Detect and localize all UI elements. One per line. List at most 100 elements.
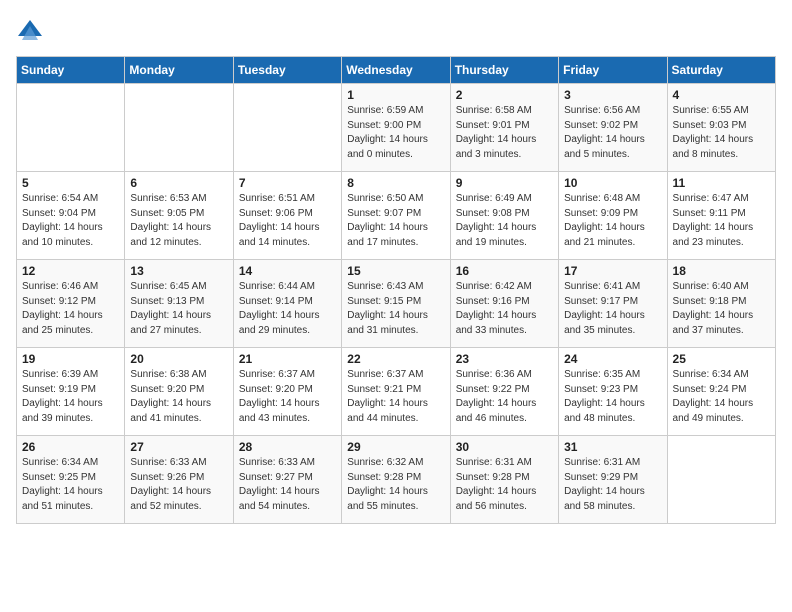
- day-cell: 17 Sunrise: 6:41 AM Sunset: 9:17 PM Dayli…: [559, 260, 667, 348]
- day-cell: [125, 84, 233, 172]
- day-cell: 3 Sunrise: 6:56 AM Sunset: 9:02 PM Daylig…: [559, 84, 667, 172]
- header-tuesday: Tuesday: [233, 57, 341, 84]
- day-cell: 29Sunrise: 6:32 AM Sunset: 9:28 PM Dayli…: [342, 436, 450, 524]
- day-info: Sunrise: 6:46 AM Sunset: 9:12 PM Dayligh…: [22, 280, 119, 338]
- week-row-2: 5 Sunrise: 6:54 AM Sunset: 9:04 PM Daylig…: [17, 172, 776, 260]
- day-number: 9: [456, 176, 553, 190]
- day-number: 31: [564, 440, 661, 454]
- day-cell: [17, 84, 125, 172]
- day-info: Sunrise: 6:33 AM Sunset: 9:27 PM Dayligh…: [239, 456, 336, 514]
- day-number: 25: [673, 352, 770, 366]
- day-number: 12: [22, 264, 119, 278]
- day-number: 6: [130, 176, 227, 190]
- day-cell: 24 Sunrise: 6:35 AM Sunset: 9:23 PM Dayli…: [559, 348, 667, 436]
- day-info: Sunrise: 6:35 AM Sunset: 9:23 PM Dayligh…: [564, 368, 661, 426]
- day-number: 4: [673, 88, 770, 102]
- day-info: Sunrise: 6:36 AM Sunset: 9:22 PM Dayligh…: [456, 368, 553, 426]
- day-cell: 25Sunrise: 6:34 AM Sunset: 9:24 PM Dayli…: [667, 348, 775, 436]
- day-cell: 21 Sunrise: 6:37 AM Sunset: 9:20 PM Dayli…: [233, 348, 341, 436]
- header-sunday: Sunday: [17, 57, 125, 84]
- day-cell: 12 Sunrise: 6:46 AM Sunset: 9:12 PM Dayli…: [17, 260, 125, 348]
- day-cell: 10 Sunrise: 6:48 AM Sunset: 9:09 PM Dayli…: [559, 172, 667, 260]
- day-cell: 2Sunrise: 6:58 AM Sunset: 9:01 PM Daylig…: [450, 84, 558, 172]
- day-info: Sunrise: 6:41 AM Sunset: 9:17 PM Dayligh…: [564, 280, 661, 338]
- day-info: Sunrise: 6:37 AM Sunset: 9:21 PM Dayligh…: [347, 368, 444, 426]
- day-cell: 16Sunrise: 6:42 AM Sunset: 9:16 PM Dayli…: [450, 260, 558, 348]
- day-cell: 8 Sunrise: 6:50 AM Sunset: 9:07 PM Daylig…: [342, 172, 450, 260]
- header-wednesday: Wednesday: [342, 57, 450, 84]
- day-cell: 23 Sunrise: 6:36 AM Sunset: 9:22 PM Dayli…: [450, 348, 558, 436]
- header-row: SundayMondayTuesdayWednesdayThursdayFrid…: [17, 57, 776, 84]
- day-info: Sunrise: 6:39 AM Sunset: 9:19 PM Dayligh…: [22, 368, 119, 426]
- day-info: Sunrise: 6:38 AM Sunset: 9:20 PM Dayligh…: [130, 368, 227, 426]
- day-cell: 14 Sunrise: 6:44 AM Sunset: 9:14 PM Dayli…: [233, 260, 341, 348]
- day-cell: 19 Sunrise: 6:39 AM Sunset: 9:19 PM Dayli…: [17, 348, 125, 436]
- day-number: 3: [564, 88, 661, 102]
- day-info: Sunrise: 6:43 AM Sunset: 9:15 PM Dayligh…: [347, 280, 444, 338]
- day-number: 2: [456, 88, 553, 102]
- day-number: 27: [130, 440, 227, 454]
- day-cell: 5 Sunrise: 6:54 AM Sunset: 9:04 PM Daylig…: [17, 172, 125, 260]
- day-cell: 9Sunrise: 6:49 AM Sunset: 9:08 PM Daylig…: [450, 172, 558, 260]
- day-cell: 1 Sunrise: 6:59 AM Sunset: 9:00 PM Daylig…: [342, 84, 450, 172]
- header-saturday: Saturday: [667, 57, 775, 84]
- week-row-3: 12 Sunrise: 6:46 AM Sunset: 9:12 PM Dayli…: [17, 260, 776, 348]
- day-info: Sunrise: 6:54 AM Sunset: 9:04 PM Dayligh…: [22, 192, 119, 250]
- day-number: 1: [347, 88, 444, 102]
- day-cell: 18 Sunrise: 6:40 AM Sunset: 9:18 PM Dayli…: [667, 260, 775, 348]
- week-row-5: 26 Sunrise: 6:34 AM Sunset: 9:25 PM Dayli…: [17, 436, 776, 524]
- day-info: Sunrise: 6:47 AM Sunset: 9:11 PM Dayligh…: [673, 192, 770, 250]
- day-info: Sunrise: 6:48 AM Sunset: 9:09 PM Dayligh…: [564, 192, 661, 250]
- day-cell: 28 Sunrise: 6:33 AM Sunset: 9:27 PM Dayli…: [233, 436, 341, 524]
- day-cell: 26 Sunrise: 6:34 AM Sunset: 9:25 PM Dayli…: [17, 436, 125, 524]
- day-info: Sunrise: 6:44 AM Sunset: 9:14 PM Dayligh…: [239, 280, 336, 338]
- page-header: [16, 16, 776, 44]
- day-number: 5: [22, 176, 119, 190]
- day-cell: 27 Sunrise: 6:33 AM Sunset: 9:26 PM Dayli…: [125, 436, 233, 524]
- day-info: Sunrise: 6:59 AM Sunset: 9:00 PM Dayligh…: [347, 104, 444, 162]
- day-cell: 15Sunrise: 6:43 AM Sunset: 9:15 PM Dayli…: [342, 260, 450, 348]
- day-cell: 7 Sunrise: 6:51 AM Sunset: 9:06 PM Daylig…: [233, 172, 341, 260]
- day-info: Sunrise: 6:45 AM Sunset: 9:13 PM Dayligh…: [130, 280, 227, 338]
- day-number: 30: [456, 440, 553, 454]
- day-number: 14: [239, 264, 336, 278]
- day-number: 10: [564, 176, 661, 190]
- day-number: 26: [22, 440, 119, 454]
- day-number: 8: [347, 176, 444, 190]
- day-info: Sunrise: 6:34 AM Sunset: 9:25 PM Dayligh…: [22, 456, 119, 514]
- day-cell: [233, 84, 341, 172]
- day-cell: 22 Sunrise: 6:37 AM Sunset: 9:21 PM Dayli…: [342, 348, 450, 436]
- day-info: Sunrise: 6:53 AM Sunset: 9:05 PM Dayligh…: [130, 192, 227, 250]
- day-info: Sunrise: 6:55 AM Sunset: 9:03 PM Dayligh…: [673, 104, 770, 162]
- day-number: 18: [673, 264, 770, 278]
- day-number: 19: [22, 352, 119, 366]
- day-cell: 31 Sunrise: 6:31 AM Sunset: 9:29 PM Dayli…: [559, 436, 667, 524]
- day-number: 22: [347, 352, 444, 366]
- day-info: Sunrise: 6:33 AM Sunset: 9:26 PM Dayligh…: [130, 456, 227, 514]
- day-number: 24: [564, 352, 661, 366]
- day-number: 20: [130, 352, 227, 366]
- day-info: Sunrise: 6:51 AM Sunset: 9:06 PM Dayligh…: [239, 192, 336, 250]
- day-number: 7: [239, 176, 336, 190]
- day-cell: 30 Sunrise: 6:31 AM Sunset: 9:28 PM Dayli…: [450, 436, 558, 524]
- day-info: Sunrise: 6:56 AM Sunset: 9:02 PM Dayligh…: [564, 104, 661, 162]
- week-row-1: 1 Sunrise: 6:59 AM Sunset: 9:00 PM Daylig…: [17, 84, 776, 172]
- day-info: Sunrise: 6:31 AM Sunset: 9:28 PM Dayligh…: [456, 456, 553, 514]
- day-number: 17: [564, 264, 661, 278]
- day-info: Sunrise: 6:31 AM Sunset: 9:29 PM Dayligh…: [564, 456, 661, 514]
- day-info: Sunrise: 6:42 AM Sunset: 9:16 PM Dayligh…: [456, 280, 553, 338]
- day-info: Sunrise: 6:32 AM Sunset: 9:28 PM Dayligh…: [347, 456, 444, 514]
- calendar-table: SundayMondayTuesdayWednesdayThursdayFrid…: [16, 56, 776, 524]
- header-thursday: Thursday: [450, 57, 558, 84]
- day-info: Sunrise: 6:50 AM Sunset: 9:07 PM Dayligh…: [347, 192, 444, 250]
- day-info: Sunrise: 6:40 AM Sunset: 9:18 PM Dayligh…: [673, 280, 770, 338]
- day-number: 21: [239, 352, 336, 366]
- day-info: Sunrise: 6:37 AM Sunset: 9:20 PM Dayligh…: [239, 368, 336, 426]
- logo: [16, 16, 48, 44]
- day-cell: [667, 436, 775, 524]
- day-number: 28: [239, 440, 336, 454]
- day-number: 13: [130, 264, 227, 278]
- day-number: 23: [456, 352, 553, 366]
- day-cell: 11Sunrise: 6:47 AM Sunset: 9:11 PM Dayli…: [667, 172, 775, 260]
- header-monday: Monday: [125, 57, 233, 84]
